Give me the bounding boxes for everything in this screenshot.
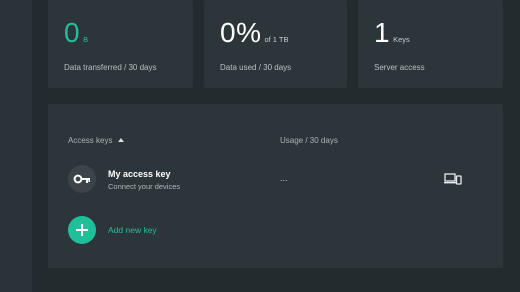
stat-label: Data transferred / 30 days	[64, 63, 157, 72]
stat-label: Data used / 30 days	[220, 63, 292, 72]
sort-asc-icon[interactable]	[118, 138, 125, 142]
stat-number: 0	[64, 17, 81, 48]
stat-unit: B	[83, 35, 89, 44]
left-sidebar-rail	[0, 0, 32, 292]
access-keys-panel: Access keys Usage / 30 days My access ke…	[48, 104, 503, 268]
stat-unit: Keys	[393, 35, 410, 44]
plus-icon	[76, 224, 88, 236]
stat-card-data-used: 0% of 1 TB Data used / 30 days	[204, 0, 347, 88]
access-key-row[interactable]: My access key Connect your devices ...	[68, 163, 488, 195]
key-name[interactable]: My access key	[108, 169, 171, 179]
stat-label: Server access	[374, 63, 425, 72]
access-keys-header-label: Access keys	[68, 136, 113, 145]
stat-number: 0%	[220, 17, 262, 48]
access-keys-header[interactable]: Access keys	[68, 136, 125, 145]
stat-number: 1	[374, 17, 391, 48]
stat-value-row: 1 Keys	[374, 18, 410, 48]
devices-icon[interactable]	[444, 172, 462, 186]
stat-value-row: 0 B	[64, 18, 88, 48]
key-usage: ...	[280, 173, 288, 183]
stat-unit: of 1 TB	[264, 35, 289, 44]
key-icon	[68, 165, 96, 193]
key-subtitle: Connect your devices	[108, 182, 181, 191]
add-key-label[interactable]: Add new key	[108, 225, 157, 235]
add-key-button[interactable]	[68, 216, 96, 244]
stat-card-server-access: 1 Keys Server access	[358, 0, 503, 88]
stat-card-data-transferred: 0 B Data transferred / 30 days	[48, 0, 193, 88]
stat-value-row: 0% of 1 TB	[220, 18, 289, 48]
usage-header: Usage / 30 days	[280, 136, 338, 145]
